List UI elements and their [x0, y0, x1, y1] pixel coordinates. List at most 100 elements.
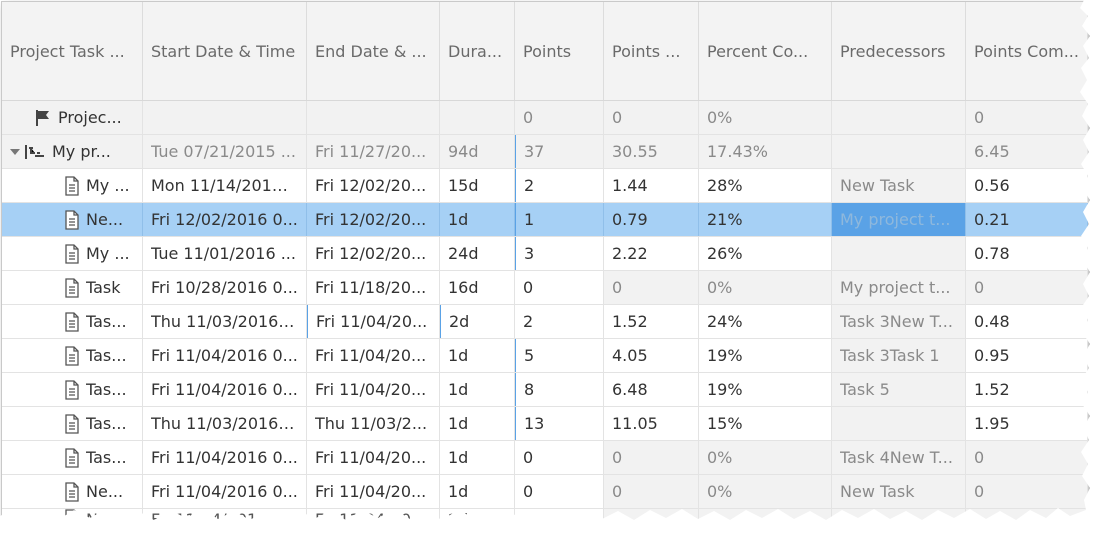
points-cell[interactable]: 3 — [515, 237, 604, 270]
duration-cell[interactable]: 94d — [440, 135, 515, 168]
predecessors-cell[interactable] — [832, 237, 966, 270]
duration-cell[interactable]: 16d — [440, 271, 515, 304]
points-cell[interactable]: 1 — [515, 203, 604, 236]
points-complete-cell[interactable]: 0 — [966, 475, 1088, 508]
start-date-cell[interactable]: Fri 12/02/2016 0... — [143, 203, 307, 236]
table-row[interactable]: Task Fri 10/28/2016 0... Fri 11/18/20...… — [2, 271, 1088, 305]
end-date-cell[interactable]: Fri 11/27/20... — [307, 135, 440, 168]
end-date-cell[interactable]: Thu 11/03/2... — [307, 407, 440, 440]
duration-cell[interactable]: 1d — [440, 407, 515, 440]
points-complete-cell[interactable] — [966, 509, 1088, 522]
start-date-cell[interactable]: Thu 11/03/2016 ... — [143, 407, 307, 440]
start-date-cell[interactable]: Mon 11/14/2016 ... — [143, 169, 307, 202]
points-cell[interactable]: 13 — [515, 407, 604, 440]
percent-cell[interactable] — [699, 509, 832, 522]
task-name-cell[interactable]: Ne... — [2, 475, 143, 508]
duration-cell[interactable]: 24d — [440, 237, 515, 270]
task-name-cell[interactable]: Tas... — [2, 373, 143, 406]
task-name-cell[interactable]: Tas... — [2, 407, 143, 440]
percent-cell[interactable]: 19% — [699, 339, 832, 372]
predecessors-cell[interactable]: New Task — [832, 169, 966, 202]
column-header-points-complete[interactable]: Points Com... — [966, 2, 1088, 100]
triangle-down-icon[interactable] — [10, 147, 20, 157]
column-header-points-done[interactable]: Points ... — [604, 2, 699, 100]
points-done-cell[interactable] — [604, 509, 699, 522]
predecessors-cell[interactable]: Task 3Task 1 — [832, 339, 966, 372]
column-header-duration[interactable]: Dura... — [440, 2, 515, 100]
end-date-cell[interactable]: Fri 11/04/20... — [307, 441, 440, 474]
table-row[interactable]: Tas... Thu 11/03/2016 ... Thu 11/03/2...… — [2, 407, 1088, 441]
points-cell[interactable]: 5 — [515, 339, 604, 372]
start-date-cell[interactable]: Fri 10/28/2016 0... — [143, 271, 307, 304]
predecessors-cell[interactable]: New Task — [832, 475, 966, 508]
percent-cell[interactable]: 0% — [699, 475, 832, 508]
points-complete-cell[interactable]: 0.21 — [966, 203, 1088, 236]
task-name-cell[interactable]: Tas... — [2, 339, 143, 372]
points-complete-cell[interactable]: 0.48 — [966, 305, 1088, 338]
table-row[interactable]: Ne... Fri 11/04/2016 ... Fri 11/04/20...… — [2, 509, 1088, 522]
percent-cell[interactable]: 21% — [699, 203, 832, 236]
points-cell[interactable]: 0 — [515, 101, 604, 134]
duration-cell[interactable]: 15d — [440, 169, 515, 202]
column-header-start-date[interactable]: Start Date & Time — [143, 2, 307, 100]
points-done-cell[interactable]: 4.05 — [604, 339, 699, 372]
end-date-cell[interactable]: Fri 11/04/20... — [307, 475, 440, 508]
points-done-cell[interactable]: 11.05 — [604, 407, 699, 440]
percent-cell[interactable]: 24% — [699, 305, 832, 338]
points-complete-cell[interactable]: 6.45 — [966, 135, 1088, 168]
duration-cell[interactable]: 2d — [440, 305, 515, 338]
predecessors-cell[interactable] — [832, 135, 966, 168]
points-cell[interactable] — [515, 509, 604, 522]
points-complete-cell[interactable]: 0.78 — [966, 237, 1088, 270]
start-date-cell[interactable]: Fri 11/04/2016 ... — [143, 509, 307, 522]
points-done-cell[interactable]: 2.22 — [604, 237, 699, 270]
table-row[interactable]: Tas... Thu 11/03/2016 ... Fri 11/04/20..… — [2, 305, 1088, 339]
points-done-cell[interactable]: 30.55 — [604, 135, 699, 168]
points-complete-cell[interactable]: 1.95 — [966, 407, 1088, 440]
duration-cell[interactable] — [440, 101, 515, 134]
points-cell[interactable]: 2 — [515, 305, 604, 338]
percent-cell[interactable]: 15% — [699, 407, 832, 440]
end-date-cell[interactable]: Fri 12/02/20... — [307, 237, 440, 270]
points-complete-cell[interactable]: 0.56 — [966, 169, 1088, 202]
table-row[interactable]: Ne... Fri 11/04/2016 0... Fri 11/04/20..… — [2, 475, 1088, 509]
predecessors-cell[interactable] — [832, 509, 966, 522]
points-complete-cell[interactable]: 0 — [966, 101, 1088, 134]
points-done-cell[interactable]: 0.79 — [604, 203, 699, 236]
points-complete-cell[interactable]: 1.52 — [966, 373, 1088, 406]
table-row[interactable]: My ... Mon 11/14/2016 ... Fri 12/02/20..… — [2, 169, 1088, 203]
percent-cell[interactable]: 26% — [699, 237, 832, 270]
start-date-cell[interactable]: Fri 11/04/2016 0... — [143, 339, 307, 372]
predecessors-cell[interactable]: Task 3New T... — [832, 305, 966, 338]
task-name-cell[interactable]: Ne... — [2, 509, 143, 522]
task-name-cell[interactable]: Projec... — [2, 101, 143, 134]
points-done-cell[interactable]: 1.44 — [604, 169, 699, 202]
duration-cell[interactable]: 1d — [440, 475, 515, 508]
duration-cell[interactable]: 1d — [440, 339, 515, 372]
points-cell[interactable]: 2 — [515, 169, 604, 202]
start-date-cell[interactable]: Fri 11/04/2016 0... — [143, 475, 307, 508]
end-date-cell[interactable]: Fri 12/02/20... — [307, 169, 440, 202]
duration-cell[interactable]: 2d — [440, 509, 515, 522]
percent-cell[interactable]: 0% — [699, 271, 832, 304]
points-done-cell[interactable]: 0 — [604, 271, 699, 304]
points-cell[interactable]: 0 — [515, 475, 604, 508]
column-header-points[interactable]: Points — [515, 2, 604, 100]
end-date-cell[interactable]: Fri 11/04/20... — [307, 305, 440, 338]
end-date-cell[interactable]: Fri 11/04/20... — [307, 509, 440, 522]
predecessors-cell[interactable]: Task 5 — [832, 373, 966, 406]
start-date-cell[interactable]: Fri 11/04/2016 0... — [143, 373, 307, 406]
points-cell[interactable]: 8 — [515, 373, 604, 406]
column-header-end-date[interactable]: End Date & ... — [307, 2, 440, 100]
percent-cell[interactable]: 0% — [699, 441, 832, 474]
end-date-cell[interactable]: Fri 11/18/20... — [307, 271, 440, 304]
table-row-selected[interactable]: Ne... Fri 12/02/2016 0... Fri 12/02/20..… — [2, 203, 1088, 237]
start-date-cell[interactable]: Thu 11/03/2016 ... — [143, 305, 307, 338]
start-date-cell[interactable]: Tue 11/01/2016 ... — [143, 237, 307, 270]
table-row[interactable]: Tas... Fri 11/04/2016 0... Fri 11/04/20.… — [2, 339, 1088, 373]
points-complete-cell[interactable]: 0.95 — [966, 339, 1088, 372]
predecessors-cell[interactable]: Task 4New T... — [832, 441, 966, 474]
predecessors-cell[interactable]: My project t... — [832, 271, 966, 304]
task-name-cell[interactable]: My ... — [2, 169, 143, 202]
column-header-percent-complete[interactable]: Percent Co... — [699, 2, 832, 100]
